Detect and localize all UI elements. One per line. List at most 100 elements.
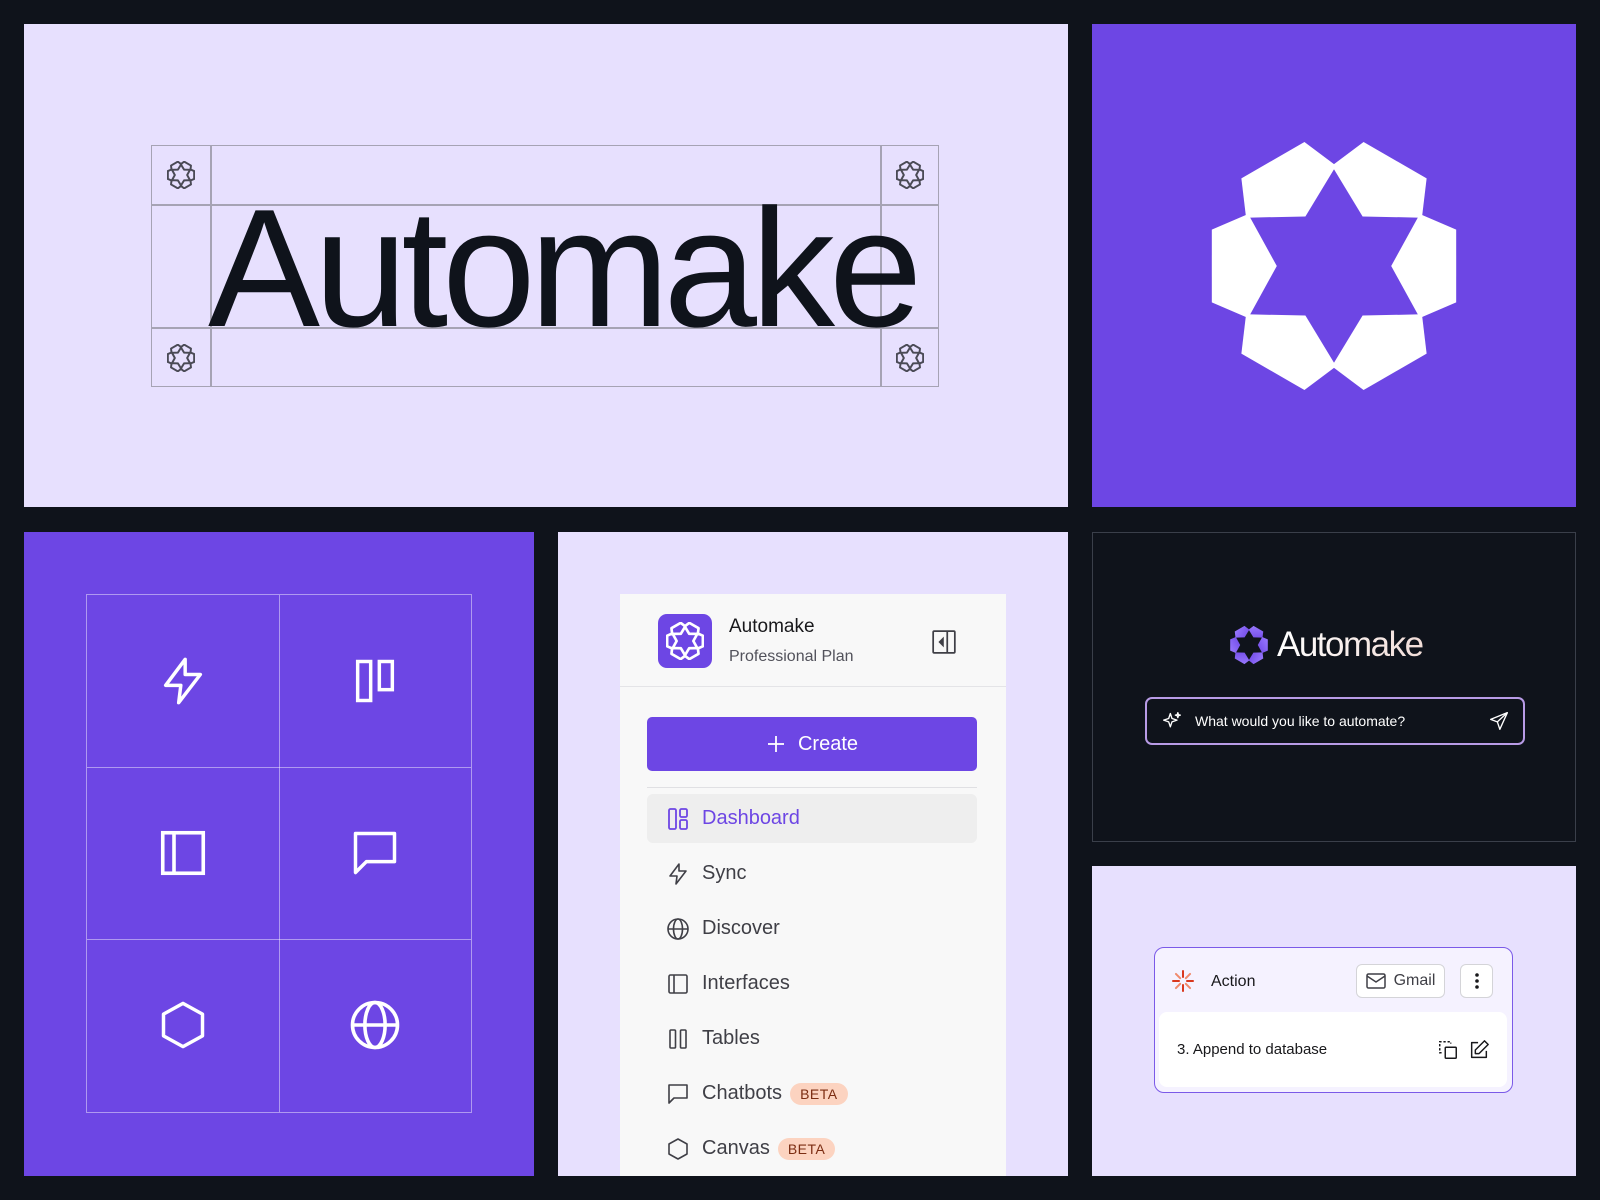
wordmark: Automake <box>208 174 922 362</box>
send-icon[interactable] <box>1489 711 1509 731</box>
mark-petal <box>170 161 183 171</box>
mark-petal <box>1257 637 1268 653</box>
icon-grid <box>86 594 472 1113</box>
nav-item-sync[interactable]: Sync <box>647 849 977 898</box>
automake-mark-icon <box>1230 625 1268 665</box>
nav-item-interfaces[interactable]: Interfaces <box>647 959 977 1008</box>
action-card[interactable]: Action Gmail 3. Append to database <box>1154 947 1513 1093</box>
prompt-logo: Automake <box>1229 625 1424 665</box>
loading-spinner-icon <box>1172 970 1194 992</box>
automake-mark-icon <box>896 344 924 372</box>
mark-petal <box>179 179 192 189</box>
globe-icon <box>350 1000 400 1050</box>
mark-petal <box>1211 214 1277 318</box>
duplicate-icon[interactable] <box>1437 1039 1459 1061</box>
edit-icon[interactable] <box>1468 1039 1490 1061</box>
spinner-ray <box>1174 972 1182 980</box>
collapse-sidebar-icon[interactable] <box>931 629 957 655</box>
nav-label: Interfaces <box>702 972 790 994</box>
action-title: Action <box>1211 973 1256 990</box>
kebab-menu-icon <box>1474 973 1479 989</box>
nav-label: Discover <box>702 917 780 939</box>
automake-mark-icon <box>1211 141 1457 391</box>
logo-text: Automake <box>1277 625 1424 664</box>
chat-bubble-icon <box>353 831 397 875</box>
mark-petal <box>179 362 192 372</box>
icon-cell <box>279 595 471 767</box>
spinner-ray <box>1184 982 1192 990</box>
mail-icon <box>1365 973 1386 989</box>
mark-petal <box>899 344 912 354</box>
nav-item-canvas[interactable]: Canvas BETA <box>647 1124 977 1173</box>
plan-label: Professional Plan <box>729 648 854 665</box>
sparkle-icon <box>1163 712 1181 728</box>
gmail-label: Gmail <box>1393 972 1436 989</box>
lightning-icon <box>163 657 203 705</box>
nav-label: Sync <box>702 862 747 884</box>
lightning-icon <box>669 862 687 885</box>
more-options-button[interactable] <box>1460 964 1493 998</box>
icon-grid-panel <box>24 532 534 1176</box>
chat-bubble-icon <box>668 1083 688 1104</box>
sidebar-panel-icon <box>160 830 206 876</box>
mark-petal <box>666 632 678 650</box>
mark-petal <box>1391 214 1457 318</box>
icon-cell <box>87 939 279 1111</box>
action-step-row: 3. Append to database <box>1159 1012 1507 1087</box>
globe-icon <box>667 917 689 940</box>
create-label: Create <box>797 732 859 755</box>
sidebar: Automake Professional Plan Create Dashbo… <box>620 594 1006 1176</box>
nav-item-dashboard[interactable]: Dashboard <box>647 794 977 843</box>
action-step-label: 3. Append to database <box>1177 1041 1328 1058</box>
mark-petal <box>915 168 924 182</box>
nav-label: Dashboard <box>702 807 800 829</box>
mark-petal <box>908 362 921 372</box>
columns-icon <box>355 659 395 703</box>
mark-petal <box>670 622 687 636</box>
sidebar-header: Automake Professional Plan <box>620 594 1006 687</box>
icon-cell <box>279 767 471 939</box>
sidebar-panel-icon <box>668 973 688 994</box>
workspace-logo[interactable] <box>658 614 712 668</box>
nav-item-chatbots[interactable]: Chatbots BETA <box>647 1069 977 1118</box>
mark-petal <box>186 351 195 365</box>
mark-petal <box>899 161 912 171</box>
mark-petal <box>908 179 921 189</box>
nav-label: Chatbots <box>702 1082 783 1104</box>
mark-petal <box>915 351 924 365</box>
prompt-panel: Automake What would you like to automate… <box>1092 532 1576 842</box>
mark-petal <box>896 351 905 365</box>
create-button[interactable]: Create <box>647 717 977 771</box>
automake-mark-icon <box>167 161 195 189</box>
automake-mark-icon <box>896 161 924 189</box>
mark-petal <box>683 646 700 660</box>
mark-petal <box>896 168 905 182</box>
icon-cell <box>279 939 471 1111</box>
icon-cell <box>87 595 279 767</box>
nav-label: Tables <box>702 1027 760 1049</box>
automate-prompt-input[interactable]: What would you like to automate? <box>1145 697 1525 745</box>
mark-petal <box>170 344 183 354</box>
divider <box>647 787 977 788</box>
dashboard-icon <box>668 807 688 830</box>
sidebar-showcase-panel: Automake Professional Plan Create Dashbo… <box>558 532 1068 1176</box>
gmail-button[interactable]: Gmail <box>1356 964 1445 998</box>
hexagon-icon <box>668 1137 688 1160</box>
nav-item-discover[interactable]: Discover <box>647 904 977 953</box>
action-panel: Action Gmail 3. Append to database <box>1092 866 1576 1176</box>
beta-badge: BETA <box>777 1137 836 1160</box>
workspace-name: Automake <box>729 616 815 637</box>
wordmark-panel: Automake <box>24 24 1068 507</box>
automake-mark-icon <box>167 344 195 372</box>
automake-mark-icon <box>666 622 704 660</box>
mark-petal <box>167 351 176 365</box>
hexagon-icon <box>161 1001 205 1049</box>
prompt-placeholder: What would you like to automate? <box>1195 713 1406 729</box>
mark-petal <box>167 168 176 182</box>
mark-petal <box>1230 637 1241 653</box>
mark-petal <box>692 632 704 650</box>
spinner-ray <box>1184 972 1192 980</box>
nav-item-tables[interactable]: Tables <box>647 1014 977 1063</box>
spinner-ray <box>1174 982 1182 990</box>
logo-mark-panel <box>1092 24 1576 507</box>
